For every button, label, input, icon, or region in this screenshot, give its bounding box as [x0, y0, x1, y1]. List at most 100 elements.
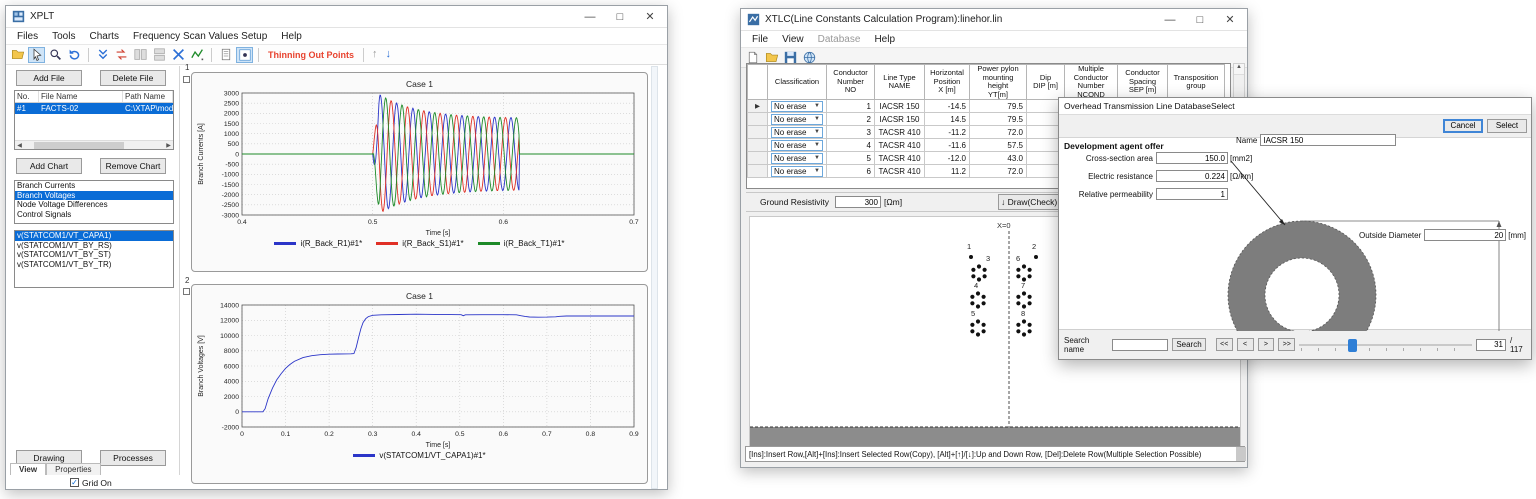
- table-cell[interactable]: TACSR 410: [874, 151, 925, 165]
- column-header[interactable]: Classification: [767, 64, 827, 100]
- outside-diameter-input[interactable]: [1424, 229, 1507, 241]
- name-input[interactable]: [1260, 134, 1397, 146]
- ground-resistivity-input[interactable]: [834, 196, 881, 208]
- grid-on-checkbox[interactable]: ✓ Grid On: [70, 478, 112, 488]
- chevron-down-icon[interactable]: ▼: [814, 155, 820, 161]
- open-folder-icon[interactable]: [9, 47, 26, 63]
- tile-v-icon[interactable]: [151, 47, 168, 63]
- move-up-icon[interactable]: ↑: [369, 49, 381, 60]
- table-cell[interactable]: 72.0: [969, 125, 1027, 139]
- row-selector[interactable]: [747, 112, 768, 126]
- table-cell[interactable]: IACSR 150: [874, 99, 925, 113]
- search-button[interactable]: Search: [1172, 338, 1206, 351]
- field-input[interactable]: [1156, 152, 1228, 164]
- scroll-up-icon[interactable]: ▲: [1234, 64, 1244, 75]
- table-cell[interactable]: -12.0: [924, 151, 970, 165]
- draw-check-button[interactable]: ↓ Draw(Check): [998, 194, 1061, 210]
- table-cell[interactable]: 43.0: [969, 151, 1027, 165]
- table-cell[interactable]: 11.2: [924, 164, 970, 178]
- chevron-down-icon[interactable]: ▼: [814, 129, 820, 135]
- chart-type-item[interactable]: Control Signals: [15, 210, 173, 220]
- scroll-left-icon[interactable]: ◀: [15, 142, 24, 149]
- select-button[interactable]: Select: [1487, 119, 1527, 133]
- signal-icon[interactable]: [189, 47, 206, 63]
- classification-combobox[interactable]: No erase ▼: [771, 139, 823, 151]
- scroll-right-icon[interactable]: ▶: [164, 142, 173, 149]
- record-index-input[interactable]: [1476, 338, 1506, 351]
- chart-panel-1[interactable]: Case 1 -3000 -2500 -2000 -1500 -1000 -500 0 500…: [191, 72, 648, 272]
- menu-help[interactable]: Help: [274, 30, 309, 43]
- processes-button[interactable]: Processes: [100, 450, 166, 466]
- swap-icon[interactable]: [113, 47, 130, 63]
- minimize-icon[interactable]: —: [1155, 14, 1185, 26]
- report-icon[interactable]: [217, 47, 234, 63]
- row-selector[interactable]: [747, 125, 768, 139]
- close-icon[interactable]: ✕: [635, 10, 665, 23]
- column-header[interactable]: Multiple Conductor Number NCOND: [1064, 64, 1118, 100]
- signal-item[interactable]: v(STATCOM1/VT_BY_TR): [15, 260, 173, 270]
- table-cell[interactable]: 57.5: [969, 138, 1027, 152]
- chart-type-list[interactable]: Branch Currents Branch Voltages Node Volta…: [14, 180, 174, 224]
- delete-file-button[interactable]: Delete File: [100, 70, 166, 86]
- column-header[interactable]: Horizontal Position X [m]: [924, 64, 970, 100]
- table-cell[interactable]: 72.0: [969, 164, 1027, 178]
- search-input[interactable]: [1112, 338, 1169, 351]
- table-cell[interactable]: -11.2: [924, 125, 970, 139]
- table-cell[interactable]: 3: [826, 125, 875, 139]
- field-input[interactable]: [1156, 188, 1228, 200]
- chevron-down-icon[interactable]: ▼: [814, 116, 820, 122]
- table-cell[interactable]: 4: [826, 138, 875, 152]
- dialog-titlebar[interactable]: Overhead Transmission Line DatabaseSelec…: [1059, 98, 1531, 115]
- table-cell[interactable]: TACSR 410: [874, 125, 925, 139]
- table-cell[interactable]: TACSR 410: [874, 164, 925, 178]
- xplt-titlebar[interactable]: XPLT — □ ✕: [6, 6, 667, 28]
- cursor-icon[interactable]: [28, 46, 45, 63]
- chart-panel-2[interactable]: Case 1 -2000 0 2000 4000 6000 8000 10000 12000 1…: [191, 284, 648, 484]
- cancel-button[interactable]: Cancel: [1443, 119, 1483, 133]
- column-header[interactable]: Conductor Number NO: [826, 64, 875, 100]
- file-table[interactable]: No. File Name Path Name #1 FACTS-02 C:\XTAP\…: [14, 90, 174, 150]
- move-down-icon[interactable]: ↓: [382, 49, 394, 60]
- classification-combobox[interactable]: No erase ▼: [771, 100, 823, 112]
- table-cell[interactable]: 79.5: [969, 112, 1027, 126]
- menu-tools[interactable]: Tools: [45, 30, 82, 43]
- column-header[interactable]: Transposition group: [1167, 64, 1225, 100]
- signal-list[interactable]: v(STATCOM1/VT_CAPA1) v(STATCOM1/VT_BY_RS)…: [14, 230, 174, 288]
- column-header[interactable]: Power pylon mounting height YT[m]: [969, 64, 1027, 100]
- maximize-icon[interactable]: □: [1185, 14, 1215, 26]
- resize-grip[interactable]: [1236, 447, 1246, 461]
- scroll-thumb[interactable]: [34, 141, 124, 149]
- menu-charts[interactable]: Charts: [82, 30, 125, 43]
- tab-view[interactable]: View: [10, 463, 47, 475]
- file-table-row[interactable]: #1 FACTS-02 C:\XTAP\mod: [15, 103, 173, 114]
- add-chart-button[interactable]: Add Chart: [16, 158, 82, 174]
- signal-item[interactable]: v(STATCOM1/VT_BY_RS): [15, 241, 173, 251]
- row-selector[interactable]: [747, 151, 768, 165]
- signal-item[interactable]: v(STATCOM1/VT_CAPA1): [15, 231, 173, 241]
- chevron-down-icon[interactable]: ▼: [814, 142, 820, 148]
- table-cell[interactable]: 79.5: [969, 99, 1027, 113]
- chart-type-item[interactable]: Branch Currents: [15, 181, 173, 191]
- add-file-button[interactable]: Add File: [16, 70, 82, 86]
- column-header[interactable]: Dip DIP [m]: [1026, 64, 1065, 100]
- slider-thumb[interactable]: [1348, 338, 1358, 352]
- menu-file[interactable]: File: [745, 33, 775, 46]
- chart-area-vscrollbar[interactable]: [651, 66, 658, 489]
- slider-track[interactable]: [1299, 343, 1472, 346]
- nav-next-button[interactable]: >: [1257, 338, 1275, 351]
- table-cell[interactable]: 6: [826, 164, 875, 178]
- undo-icon[interactable]: [66, 47, 83, 63]
- panel-1-collapse-box[interactable]: [183, 76, 190, 83]
- classification-combobox[interactable]: No erase ▼: [771, 165, 823, 177]
- table-cell[interactable]: 5: [826, 151, 875, 165]
- table-cell[interactable]: -11.6: [924, 138, 970, 152]
- cross-arrows-icon[interactable]: [170, 47, 187, 63]
- chart-type-item[interactable]: Branch Voltages: [15, 190, 173, 200]
- menu-files[interactable]: Files: [10, 30, 45, 43]
- classification-combobox[interactable]: No erase ▼: [771, 126, 823, 138]
- column-header[interactable]: Line Type NAME: [874, 64, 925, 100]
- menu-view[interactable]: View: [775, 33, 811, 46]
- nav-first-button[interactable]: <<: [1215, 338, 1233, 351]
- classification-combobox[interactable]: No erase ▼: [771, 152, 823, 164]
- row-selector[interactable]: ▶: [747, 99, 768, 113]
